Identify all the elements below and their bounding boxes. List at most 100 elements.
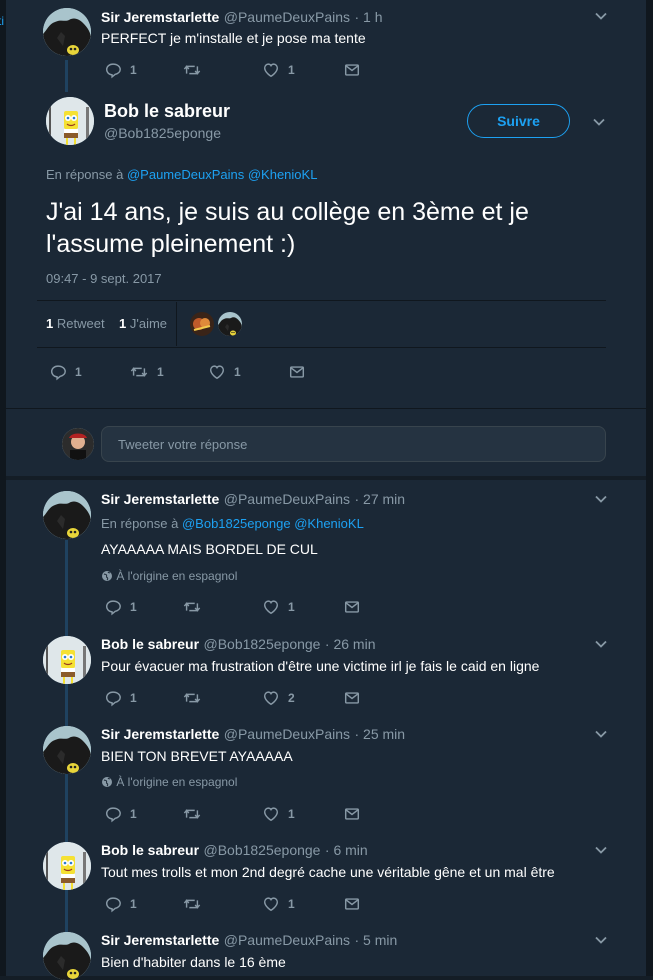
tweet-time[interactable]: · 1 h bbox=[354, 9, 382, 25]
like-button[interactable]: 1 bbox=[262, 61, 295, 79]
tweet-time[interactable]: · 5 min bbox=[354, 932, 397, 948]
reply-button[interactable]: 1 bbox=[104, 61, 137, 79]
user-handle[interactable]: @PaumeDeuxPains bbox=[224, 932, 350, 948]
tweet-stats: 1 Retweet 1 J'aime bbox=[46, 316, 168, 331]
like-button[interactable]: 1 bbox=[262, 895, 295, 913]
translation-note: À l'origine en espagnol bbox=[101, 569, 237, 583]
reply-context: En réponse à @PaumeDeuxPains @KhenioKL bbox=[46, 167, 318, 182]
message-button[interactable] bbox=[343, 61, 361, 79]
avatar[interactable] bbox=[43, 636, 91, 684]
tweet-actions: 1 2 bbox=[104, 689, 364, 709]
divider bbox=[176, 302, 177, 346]
tweet-text: Pour évacuer ma frustration d'être une v… bbox=[101, 658, 540, 674]
tweet-actions: 1 1 1 bbox=[49, 363, 314, 383]
user-handle[interactable]: @Bob1825eponge bbox=[203, 636, 320, 652]
reply-button[interactable]: 1 bbox=[104, 895, 137, 913]
display-name[interactable]: Bob le sabreur bbox=[101, 636, 199, 652]
follow-button[interactable]: Suivre bbox=[467, 104, 570, 138]
tweet-actions: 1 1 bbox=[104, 805, 364, 825]
tweet-header: Bob le sabreur @Bob1825eponge · 6 min bbox=[101, 842, 368, 860]
retweet-button[interactable] bbox=[182, 689, 202, 707]
retweet-button[interactable] bbox=[182, 805, 202, 823]
message-button[interactable] bbox=[343, 689, 361, 707]
likes-stat[interactable]: J'aime bbox=[130, 316, 167, 331]
chevron-down-icon[interactable] bbox=[595, 936, 607, 944]
retweets-stat[interactable]: Retweet bbox=[57, 316, 105, 331]
display-name[interactable]: Bob le sabreur bbox=[104, 101, 230, 122]
display-name[interactable]: Sir Jeremstarlette bbox=[101, 932, 219, 948]
mention-link[interactable]: @Bob1825eponge bbox=[182, 516, 291, 531]
user-handle[interactable]: @Bob1825eponge bbox=[104, 125, 221, 141]
thread-line bbox=[65, 60, 68, 92]
mention-link[interactable]: @KhenioKL bbox=[294, 516, 364, 531]
like-button[interactable]: 2 bbox=[262, 689, 295, 707]
like-button[interactable]: 1 bbox=[262, 598, 295, 616]
retweet-button[interactable] bbox=[182, 895, 202, 913]
globe-icon bbox=[101, 776, 113, 788]
tweet-time[interactable]: · 26 min bbox=[325, 636, 376, 652]
retweet-button[interactable] bbox=[182, 61, 202, 79]
tweet-text: PERFECT je m'installe et je pose ma tent… bbox=[101, 30, 366, 46]
chevron-down-icon[interactable] bbox=[595, 846, 607, 854]
reply-input[interactable]: Tweeter votre réponse bbox=[101, 426, 606, 462]
display-name[interactable]: Sir Jeremstarlette bbox=[101, 491, 219, 507]
tweet-text: J'ai 14 ans, je suis au collège en 3ème … bbox=[46, 198, 529, 258]
tweet-text: AYAAAAA MAIS BORDEL DE CUL bbox=[101, 541, 318, 557]
mention-link[interactable]: @KhenioKL bbox=[248, 167, 318, 182]
reply-button[interactable]: 1 bbox=[104, 598, 137, 616]
user-handle[interactable]: @PaumeDeuxPains bbox=[224, 726, 350, 742]
reply-button[interactable]: 1 bbox=[104, 689, 137, 707]
divider bbox=[6, 408, 646, 409]
chevron-down-icon[interactable] bbox=[595, 640, 607, 648]
reply-button[interactable]: 1 bbox=[49, 363, 82, 381]
display-name[interactable]: Sir Jeremstarlette bbox=[101, 9, 219, 25]
reply-context: En réponse à @Bob1825eponge @KhenioKL bbox=[101, 516, 364, 531]
message-button[interactable] bbox=[343, 805, 361, 823]
tweet-time[interactable]: · 27 min bbox=[354, 491, 405, 507]
chevron-down-icon[interactable] bbox=[595, 730, 607, 738]
globe-icon bbox=[101, 570, 113, 582]
liker-avatar[interactable] bbox=[190, 312, 214, 336]
divider bbox=[37, 300, 606, 301]
tweet-header: Bob le sabreur @Bob1825eponge · 26 min bbox=[101, 636, 376, 654]
avatar[interactable] bbox=[43, 932, 91, 980]
page-right-edge bbox=[646, 0, 653, 976]
user-handle[interactable]: @PaumeDeuxPains bbox=[224, 491, 350, 507]
tweet-timestamp[interactable]: 09:47 - 9 sept. 2017 bbox=[46, 271, 162, 286]
user-handle[interactable]: @PaumeDeuxPains bbox=[224, 9, 350, 25]
retweet-button[interactable]: 1 bbox=[129, 363, 164, 381]
avatar[interactable] bbox=[43, 8, 91, 56]
chevron-down-icon[interactable] bbox=[595, 495, 607, 503]
avatar[interactable] bbox=[43, 726, 91, 774]
display-name[interactable]: Bob le sabreur bbox=[101, 842, 199, 858]
avatar[interactable] bbox=[43, 491, 91, 539]
tweet-text: Bien d'habiter dans le 16 ème bbox=[101, 954, 286, 970]
tweet-actions: 1 1 bbox=[104, 598, 364, 618]
like-button[interactable]: 1 bbox=[262, 805, 295, 823]
liker-avatar[interactable] bbox=[218, 312, 242, 336]
tweet-text: Tout mes trolls et mon 2nd degré cache u… bbox=[101, 864, 555, 880]
chevron-down-icon[interactable] bbox=[593, 118, 605, 126]
tweet-header: Sir Jeremstarlette @PaumeDeuxPains · 27 … bbox=[101, 491, 405, 509]
tweet-text: BIEN TON BREVET AYAAAAA bbox=[101, 748, 293, 764]
tweet-actions: 1 1 bbox=[104, 61, 364, 81]
tweet-header: Sir Jeremstarlette @PaumeDeuxPains · 25 … bbox=[101, 726, 405, 744]
reply-button[interactable]: 1 bbox=[104, 805, 137, 823]
display-name[interactable]: Sir Jeremstarlette bbox=[101, 726, 219, 742]
like-button[interactable]: 1 bbox=[208, 363, 241, 381]
retweet-button[interactable] bbox=[182, 598, 202, 616]
tweet-header: Sir Jeremstarlette @PaumeDeuxPains · 1 h bbox=[101, 9, 383, 27]
tweet-time[interactable]: · 6 min bbox=[325, 842, 368, 858]
tweet-header: Sir Jeremstarlette @PaumeDeuxPains · 5 m… bbox=[101, 932, 397, 950]
mention-link[interactable]: @PaumeDeuxPains bbox=[127, 167, 244, 182]
edge-fragment: ti bbox=[0, 14, 4, 28]
chevron-down-icon[interactable] bbox=[595, 12, 607, 20]
avatar[interactable] bbox=[43, 842, 91, 890]
message-button[interactable] bbox=[343, 598, 361, 616]
message-button[interactable] bbox=[288, 363, 306, 381]
tweet-time[interactable]: · 25 min bbox=[354, 726, 405, 742]
message-button[interactable] bbox=[343, 895, 361, 913]
avatar[interactable] bbox=[46, 97, 94, 145]
user-handle[interactable]: @Bob1825eponge bbox=[203, 842, 320, 858]
translation-note: À l'origine en espagnol bbox=[101, 775, 237, 789]
